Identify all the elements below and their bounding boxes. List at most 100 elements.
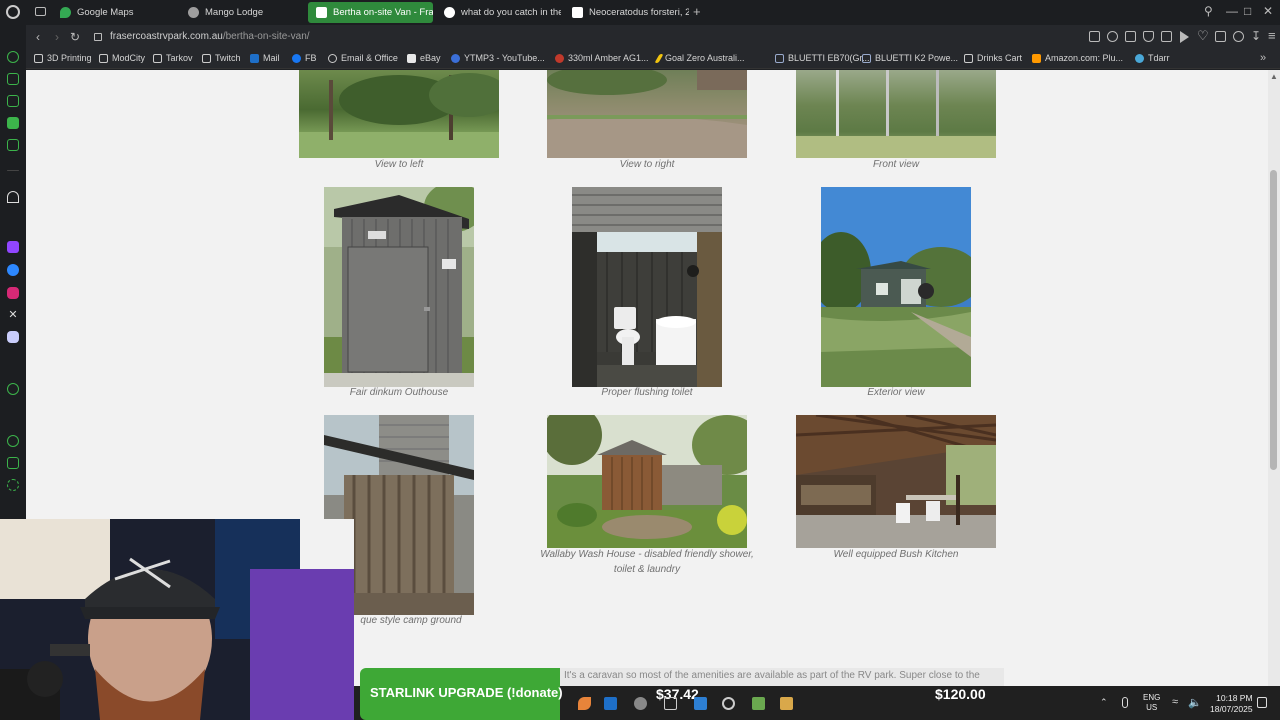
gallery-photo-view-right[interactable] [547, 70, 747, 158]
gallery-photo-exterior[interactable] [821, 187, 971, 387]
language-indicator[interactable]: ENG US [1143, 693, 1160, 713]
address-bar: ‹ › ↻ frasercoastrvpark.com.au/bertha-on… [26, 25, 1280, 50]
profile-icon[interactable] [1233, 31, 1244, 42]
ytmp3-icon [451, 53, 460, 63]
taskbar-clock[interactable]: 10:18 PM 18/07/2025 [1210, 693, 1253, 715]
history-icon[interactable] [7, 435, 19, 447]
extensions-sidebar-icon[interactable] [7, 457, 19, 469]
close-button[interactable]: ✕ [1263, 4, 1273, 18]
reader-icon[interactable] [1089, 31, 1100, 42]
bookmark-fb[interactable]: FB [292, 53, 317, 63]
tray-chevron-icon[interactable]: ⌃ [1100, 697, 1108, 708]
bookmark-ebay[interactable]: eBay [407, 53, 441, 63]
lock-icon [94, 33, 102, 41]
media-icon[interactable] [780, 697, 793, 710]
minecraft-icon[interactable] [752, 697, 765, 710]
gallery-photo-wash-house[interactable] [547, 415, 747, 548]
scrollbar-thumb[interactable] [1270, 170, 1277, 470]
menu-icon[interactable]: ≡ [1268, 28, 1276, 43]
shield-taskbar-icon[interactable] [634, 697, 647, 710]
play-icon[interactable] [1180, 31, 1189, 43]
bookmark-bluetti-k2[interactable]: BLUETTI K2 Powe... [862, 53, 958, 63]
reload-button[interactable]: ↻ [70, 30, 80, 44]
bookmark-twitch[interactable]: Twitch [202, 53, 241, 63]
bookmark-3d-printing[interactable]: 3D Printing [34, 53, 92, 63]
discord-icon[interactable] [7, 331, 19, 343]
outlook-taskbar-icon[interactable] [604, 697, 617, 710]
photos-icon[interactable] [694, 697, 707, 710]
new-tab-button[interactable]: + [693, 4, 701, 19]
back-button[interactable]: ‹ [36, 30, 40, 44]
url-path: /bertha-on-site-van/ [222, 31, 310, 42]
bookmark-email-office[interactable]: Email & Office [328, 53, 398, 63]
aria-icon[interactable] [7, 191, 19, 203]
x-icon[interactable]: ✕ [7, 309, 19, 321]
bookmark-mail[interactable]: Mail [250, 53, 280, 63]
heart-icon[interactable]: ♡ [1197, 28, 1209, 44]
minimize-button[interactable]: — [1226, 4, 1238, 18]
tab-bertha[interactable]: Bertha on-site Van - Fra [308, 2, 433, 23]
gallery-photo-front-view[interactable] [796, 70, 996, 158]
gallery-photo-toilet[interactable] [572, 187, 722, 387]
bookmark-bluetti-eb70[interactable]: BLUETTI EB70(Gr... [775, 53, 870, 63]
gallery-photo-outhouse[interactable] [324, 187, 474, 387]
bookmark-tdarr[interactable]: Tdarr [1135, 53, 1170, 63]
volume-icon[interactable]: 🔈 [1188, 696, 1202, 709]
bookmark-amazon[interactable]: Amazon.com: Plu... [1032, 53, 1123, 63]
workspaces-icon[interactable] [35, 7, 46, 16]
messenger-icon[interactable] [7, 264, 19, 276]
twitch-icon[interactable] [7, 241, 19, 253]
capture-icon[interactable] [1125, 31, 1136, 42]
gallery-photo-view-left[interactable] [299, 70, 499, 158]
terminal-icon[interactable] [664, 697, 677, 710]
tab-what-do-you-catch[interactable]: what do you catch in the [436, 2, 561, 23]
notes-icon[interactable] [7, 139, 19, 151]
wifi-icon[interactable]: ≈ [1172, 696, 1178, 708]
folder-icon [99, 53, 108, 63]
goal-zero-icon [654, 53, 664, 63]
photo-scene [796, 415, 996, 548]
pin-icon[interactable] [1107, 31, 1118, 42]
camera-icon[interactable] [1161, 31, 1172, 42]
gallery-caption: View to left [374, 159, 424, 170]
page-scrollbar[interactable]: ▲ [1268, 70, 1280, 686]
wikipedia-icon [572, 7, 583, 18]
donation-goal-label: STARLINK UPGRADE (!donate) [370, 685, 563, 700]
tab-label: Neoceratodus forsteri, 20 [589, 7, 689, 18]
bookmark-ag1[interactable]: 330ml Amber AG1... [555, 53, 649, 63]
player-icon[interactable] [7, 383, 19, 395]
microphone-icon[interactable] [1122, 697, 1128, 708]
maximize-button[interactable]: □ [1244, 4, 1251, 18]
bookmark-drinks-cart[interactable]: Drinks Cart [964, 53, 1022, 63]
settings-icon[interactable] [7, 479, 19, 491]
shopping-icon[interactable] [7, 73, 19, 85]
speed-dial-icon[interactable] [7, 51, 19, 63]
extensions-icon[interactable] [1215, 31, 1226, 42]
bookmark-label: Tarkov [166, 53, 193, 63]
bookmark-ytmp3[interactable]: YTMP3 - YouTube... [451, 53, 545, 63]
gallery-caption-line1: Wallaby Wash House - disabled friendly s… [540, 549, 754, 560]
wallet-icon[interactable] [7, 95, 19, 107]
tab-neoceratodus[interactable]: Neoceratodus forsteri, 20 [564, 2, 689, 23]
more-bookmarks-icon[interactable]: » [1260, 52, 1266, 64]
mail-icon[interactable] [7, 117, 19, 129]
shield-icon[interactable] [1143, 31, 1154, 42]
bookmark-modcity[interactable]: ModCity [99, 53, 145, 63]
bookmark-label: Drinks Cart [977, 53, 1023, 63]
tab-google-maps[interactable]: Google Maps [52, 2, 177, 23]
url-field[interactable]: frasercoastrvpark.com.au/bertha-on-site-… [110, 31, 310, 42]
bookmarks-bar: 3D Printing ModCity Tarkov Twitch Mail F… [26, 50, 1280, 69]
browser-logo-icon[interactable] [6, 5, 20, 19]
notification-icon[interactable] [1257, 697, 1267, 708]
tab-mango-lodge[interactable]: Mango Lodge [180, 2, 305, 23]
scroll-up-icon[interactable]: ▲ [1270, 72, 1278, 81]
bookmark-goal-zero[interactable]: Goal Zero Australi... [654, 53, 745, 63]
leaf-icon[interactable] [578, 697, 591, 710]
gallery-photo-bush-kitchen[interactable] [796, 415, 996, 548]
bookmark-tarkov[interactable]: Tarkov [153, 53, 193, 63]
search-icon[interactable]: ⚲ [1204, 4, 1213, 18]
forward-button[interactable]: › [55, 30, 59, 44]
download-icon[interactable]: ↧ [1251, 29, 1261, 43]
instagram-icon[interactable] [7, 287, 19, 299]
obs-icon[interactable] [722, 697, 735, 710]
